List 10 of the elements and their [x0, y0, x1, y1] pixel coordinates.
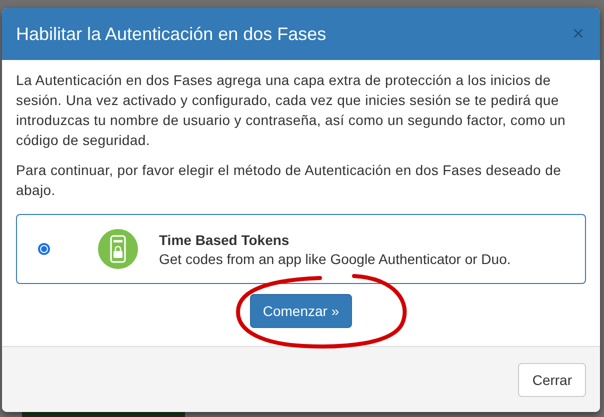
- description-text: La Autenticación en dos Fases agrega una capa extra de protección a los inicios de sesión. Una vez activado y configurado, cada vez que inicies sesión se te pedirá que introduzcas tu nombre de usuario y contraseña, así como un segundo factor, como un código de seguridad.: [16, 71, 566, 150]
- description-text: Para continuar, por favor elegir el método de Autenticación en dos Fases deseado de abajo.: [16, 161, 562, 200]
- phone-lock-icon: [98, 229, 138, 269]
- method-description: Get codes from an app like Google Authenticator or Duo.: [159, 250, 511, 266]
- method-title: Time Based Tokens: [159, 232, 290, 248]
- radio-button[interactable]: [38, 243, 50, 255]
- method-option[interactable]: Time Based Tokens Get codes from an app like Google Authenticator or Duo.: [16, 214, 586, 284]
- dialog-title: Habilitar la Autenticación en dos Fases: [16, 24, 326, 44]
- close-dialog-button[interactable]: Cerrar: [518, 362, 586, 396]
- start-button[interactable]: Comenzar »: [250, 294, 352, 328]
